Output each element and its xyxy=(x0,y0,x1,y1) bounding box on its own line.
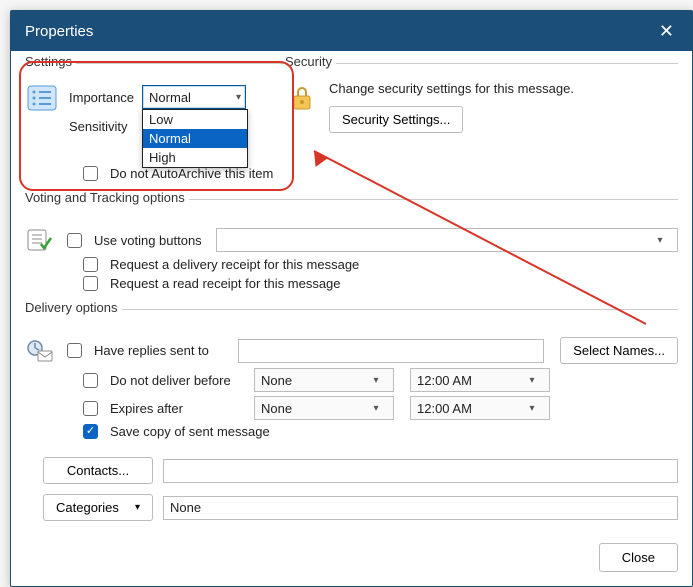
delivery-icon xyxy=(25,338,55,364)
not-before-date-combo[interactable]: None ▾ xyxy=(254,368,394,392)
close-icon[interactable]: ✕ xyxy=(651,16,682,46)
voting-legend: Voting and Tracking options xyxy=(25,190,189,205)
delivery-legend: Delivery options xyxy=(25,300,122,315)
read-receipt-label: Request a read receipt for this message xyxy=(110,276,341,291)
voting-buttons-combo[interactable]: ▾ xyxy=(216,228,678,252)
chevron-down-icon: ▾ xyxy=(521,368,543,392)
not-before-checkbox[interactable] xyxy=(83,373,98,388)
importance-label: Importance xyxy=(69,90,134,105)
importance-option-low[interactable]: Low xyxy=(143,110,247,129)
importance-option-normal[interactable]: Normal xyxy=(143,129,247,148)
security-settings-button[interactable]: Security Settings... xyxy=(329,106,463,133)
have-replies-checkbox[interactable] xyxy=(67,343,82,358)
categories-field[interactable]: None xyxy=(163,496,678,520)
importance-value: Normal xyxy=(149,90,191,105)
contacts-button[interactable]: Contacts... xyxy=(43,457,153,484)
have-replies-input[interactable] xyxy=(238,339,544,363)
expires-label: Expires after xyxy=(110,401,246,416)
importance-dropdown[interactable]: Low Normal High xyxy=(142,109,248,168)
expires-date-value: None xyxy=(261,401,292,416)
security-group: Security Change security settings for th… xyxy=(285,63,678,189)
properties-dialog: Properties ✕ Settings xyxy=(10,10,693,587)
chevron-down-icon: ▾ xyxy=(365,368,387,392)
settings-group: Settings xyxy=(25,63,285,189)
auto-archive-label: Do not AutoArchive this item xyxy=(110,166,273,181)
not-before-label: Do not deliver before xyxy=(110,373,246,388)
expires-date-combo[interactable]: None ▾ xyxy=(254,396,394,420)
security-legend: Security xyxy=(285,54,336,69)
expires-time-value: 12:00 AM xyxy=(417,401,472,416)
categories-button[interactable]: Categories ▾ xyxy=(43,494,153,521)
expires-time-combo[interactable]: 12:00 AM ▾ xyxy=(410,396,550,420)
window-title: Properties xyxy=(25,23,93,40)
close-button[interactable]: Close xyxy=(599,543,678,572)
delivery-receipt-label: Request a delivery receipt for this mess… xyxy=(110,257,359,272)
categories-label: Categories xyxy=(56,500,119,515)
categories-value: None xyxy=(170,500,201,515)
chevron-down-icon: ▾ xyxy=(365,396,387,420)
importance-option-high[interactable]: High xyxy=(143,148,247,167)
have-replies-label: Have replies sent to xyxy=(94,343,230,358)
chevron-down-icon: ▾ xyxy=(649,228,671,252)
not-before-time-value: 12:00 AM xyxy=(417,373,472,388)
delivery-receipt-checkbox[interactable] xyxy=(83,257,98,272)
chevron-down-icon: ▾ xyxy=(135,502,140,513)
settings-legend: Settings xyxy=(25,54,76,69)
expires-checkbox[interactable] xyxy=(83,401,98,416)
not-before-date-value: None xyxy=(261,373,292,388)
voting-group: Voting and Tracking options Use voting b xyxy=(25,199,678,299)
not-before-time-combo[interactable]: 12:00 AM ▾ xyxy=(410,368,550,392)
use-voting-label: Use voting buttons xyxy=(94,233,202,248)
importance-combo[interactable]: Normal ▾ Low Normal High xyxy=(142,85,246,109)
sensitivity-label: Sensitivity xyxy=(69,119,128,134)
lock-icon xyxy=(285,81,319,115)
chevron-down-icon: ▾ xyxy=(521,396,543,420)
select-names-button[interactable]: Select Names... xyxy=(560,337,678,364)
chevron-down-icon: ▾ xyxy=(236,92,241,103)
auto-archive-checkbox[interactable] xyxy=(83,166,98,181)
voting-icon xyxy=(25,227,55,253)
save-copy-checkbox[interactable] xyxy=(83,424,98,439)
security-text: Change security settings for this messag… xyxy=(329,81,678,96)
titlebar: Properties ✕ xyxy=(11,11,692,51)
save-copy-label: Save copy of sent message xyxy=(110,424,270,439)
contacts-input[interactable] xyxy=(163,459,678,483)
use-voting-checkbox[interactable] xyxy=(67,233,82,248)
delivery-group: Delivery options Have replies sent to xyxy=(25,309,678,447)
read-receipt-checkbox[interactable] xyxy=(83,276,98,291)
settings-icon xyxy=(25,81,59,115)
